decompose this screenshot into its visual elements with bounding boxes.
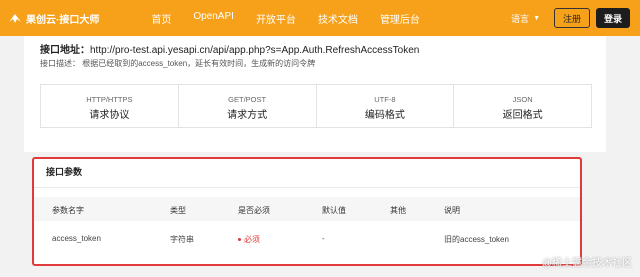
- table-row: access_token 字符串 必须 - 旧的access_token: [34, 229, 580, 249]
- header-tools: 语言 ▼ 注册 登录: [511, 8, 630, 28]
- col-header-required: 是否必须: [238, 206, 270, 215]
- attr-value: HTTP/HTTPS: [86, 95, 133, 104]
- endpoint-card: 接口地址：http://pro-test.api.yesapi.cn/api/a…: [24, 36, 606, 152]
- brand-logo[interactable]: 果创云·接口大师: [8, 11, 99, 26]
- attr-label: 编码格式: [364, 110, 405, 121]
- attr-protocol: HTTP/HTTPS 请求协议: [41, 85, 179, 127]
- endpoint-attributes: HTTP/HTTPS 请求协议 GET/POST 请求方式 UTF-8 编码格式…: [40, 84, 592, 128]
- param-note: 旧的access_token: [444, 235, 509, 244]
- endpoint-address: 接口地址：http://pro-test.api.yesapi.cn/api/a…: [40, 41, 419, 56]
- brand-name: 果创云·接口大师: [26, 14, 100, 26]
- param-required-text: 必须: [244, 235, 260, 244]
- watermark-text: @稀土掘金技术社区: [541, 258, 632, 269]
- nav-admin[interactable]: 管理后台: [380, 11, 420, 26]
- language-selector[interactable]: 语言 ▼: [511, 12, 540, 25]
- endpoint-label: 接口地址：: [40, 45, 90, 56]
- attr-format: JSON 返回格式: [454, 85, 591, 127]
- params-title: 接口参数: [46, 167, 83, 177]
- login-button[interactable]: 登录: [596, 8, 630, 28]
- attr-label: 请求方式: [227, 110, 268, 121]
- param-type: 字符串: [170, 235, 194, 244]
- param-name: access_token: [52, 234, 101, 243]
- col-header-name: 参数名字: [52, 206, 84, 215]
- endpoint-url[interactable]: http://pro-test.api.yesapi.cn/api/app.ph…: [90, 45, 419, 56]
- params-table-header: 参数名字 类型 是否必须 默认值 其他 说明: [34, 197, 580, 221]
- endpoint-description: 接口描述： 根据已经取到的access_token，延长有效时间，生成新的访问令…: [40, 59, 316, 68]
- main-nav: 首页 OpenAPI 开放平台 技术文档 管理后台: [151, 11, 442, 26]
- top-nav-bar: 果创云·接口大师 首页 OpenAPI 开放平台 技术文档 管理后台 语言 ▼ …: [0, 0, 640, 36]
- col-header-note: 说明: [444, 206, 460, 215]
- nav-openapi[interactable]: OpenAPI: [193, 11, 234, 26]
- nav-home[interactable]: 首页: [151, 11, 171, 26]
- nav-tech-docs[interactable]: 技术文档: [318, 11, 358, 26]
- col-header-default: 默认值: [322, 206, 346, 215]
- attr-label: 请求协议: [89, 110, 130, 121]
- register-button[interactable]: 注册: [554, 8, 590, 28]
- param-required: 必须: [238, 234, 260, 245]
- brand-logo-icon: [9, 14, 21, 23]
- col-header-type: 类型: [170, 206, 186, 215]
- chevron-down-icon: ▼: [533, 14, 540, 22]
- attr-value: UTF-8: [374, 95, 396, 104]
- nav-open-platform[interactable]: 开放平台: [256, 11, 296, 26]
- param-default: -: [322, 234, 325, 243]
- required-dot-icon: [238, 238, 241, 242]
- col-header-other: 其他: [390, 206, 406, 215]
- attr-encoding: UTF-8 编码格式: [317, 85, 455, 127]
- params-card: 接口参数 参数名字 类型 是否必须 默认值 其他 说明 access_token…: [32, 157, 582, 266]
- attr-label: 返回格式: [502, 110, 543, 121]
- attr-method: GET/POST 请求方式: [179, 85, 317, 127]
- divider: [34, 187, 580, 188]
- attr-value: JSON: [512, 95, 533, 104]
- language-label: 语言: [511, 13, 530, 24]
- watermark: @稀土掘金技术社区: [542, 254, 632, 269]
- attr-value: GET/POST: [228, 95, 267, 104]
